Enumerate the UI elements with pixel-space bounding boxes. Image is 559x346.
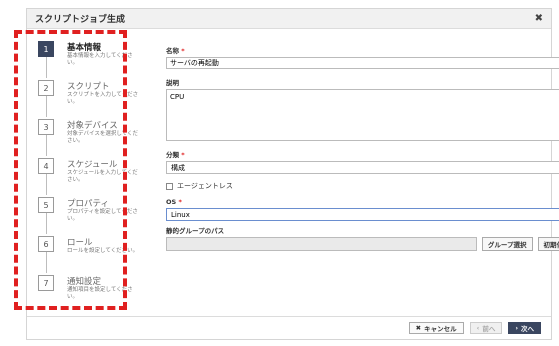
- step-description: プロパティを設定してください。: [67, 209, 138, 222]
- category-value: 構成: [171, 163, 185, 172]
- agentless-checkbox-row[interactable]: エージェントレス: [166, 181, 559, 191]
- step-connector: [46, 252, 47, 273]
- os-select[interactable]: Linux ▼: [166, 208, 559, 221]
- step-basic-info[interactable]: 1 基本情報 基本情報を入力してください。: [35, 39, 135, 78]
- required-mark: *: [181, 151, 185, 159]
- group-path-label: 静的グループのパス: [166, 227, 225, 235]
- chevron-right-icon: ›: [515, 324, 518, 332]
- agentless-checkbox[interactable]: [166, 182, 173, 190]
- step-connector: [46, 174, 47, 195]
- next-button[interactable]: › 次へ: [508, 322, 541, 334]
- step-label: スケジュール: [67, 160, 118, 170]
- name-label: 名称 *: [166, 47, 185, 55]
- dialog-title: スクリプトジョブ生成: [35, 15, 126, 25]
- os-label: OS *: [166, 198, 182, 206]
- step-description: 対象デバイスを選択してください。: [67, 131, 139, 144]
- group-path-row: グループ選択 初期化: [166, 237, 559, 251]
- step-number: 6: [38, 236, 54, 252]
- step-target-device[interactable]: 3 対象デバイス 対象デバイスを選択してください。: [35, 117, 138, 156]
- step-label: ロール: [67, 238, 93, 248]
- step-connector: [46, 57, 47, 78]
- category-select[interactable]: 構成 ▼: [166, 161, 559, 174]
- wizard-steps: 1 基本情報 基本情報を入力してください。 2 スクリプト スクリプトを入力して…: [35, 39, 138, 304]
- step-script[interactable]: 2 スクリプト スクリプトを入力してください。: [35, 78, 138, 117]
- dialog-titlebar: スクリプトジョブ生成 ✖: [27, 9, 551, 29]
- step-label: 対象デバイス: [67, 121, 118, 131]
- script-job-dialog: スクリプトジョブ生成 ✖ 1 基本情報 基本情報を入力してください。 2 スクリ…: [26, 8, 559, 340]
- step-description: スクリプトを入力してください。: [67, 92, 139, 105]
- step-connector: [46, 135, 47, 156]
- close-icon[interactable]: ✖: [535, 13, 543, 24]
- group-path-input: [166, 237, 477, 251]
- description-label: 説明: [166, 79, 179, 87]
- agentless-label: エージェントレス: [177, 182, 233, 190]
- step-notification[interactable]: 7 通知設定 通知項目を設定してください。: [35, 273, 135, 312]
- name-input[interactable]: サーバの再起動: [166, 57, 559, 69]
- required-mark: *: [181, 47, 185, 55]
- step-number: 5: [38, 197, 54, 213]
- description-textarea[interactable]: CPU: [166, 89, 559, 141]
- step-label: 基本情報: [67, 43, 102, 53]
- reset-button[interactable]: 初期化: [537, 237, 559, 251]
- step-number: 7: [38, 275, 54, 291]
- group-select-button[interactable]: グループ選択: [481, 237, 533, 251]
- prev-label: 前へ: [482, 325, 496, 333]
- step-schedule[interactable]: 4 スケジュール スケジュールを入力してください。: [35, 156, 138, 195]
- step-label: 通知設定: [67, 277, 102, 287]
- next-label: 次へ: [521, 325, 534, 333]
- step-description: 通知項目を設定してください。: [67, 287, 133, 300]
- os-value: Linux: [171, 210, 190, 219]
- step-number: 3: [38, 119, 54, 135]
- step-role[interactable]: 6 ロール ロールを設定してください。: [35, 234, 138, 273]
- step-connector: [46, 213, 47, 234]
- step-description: スケジュールを入力してください。: [67, 170, 138, 183]
- step-description: ロールを設定してください。: [67, 248, 139, 254]
- step-number: 4: [38, 158, 54, 174]
- step-label: スクリプト: [67, 82, 110, 92]
- close-icon: ✖: [415, 324, 422, 332]
- cancel-label: キャンセル: [424, 325, 457, 333]
- step-connector: [46, 96, 47, 117]
- step-number: 1: [38, 41, 54, 57]
- basic-info-form: 名称 * サーバの再起動 説明 CPU 分類 * 構成 ▼ エージェントレス O…: [166, 45, 559, 251]
- dialog-footer: ✖ キャンセル ‹ 前へ › 次へ: [27, 316, 551, 339]
- step-label: プロパティ: [67, 199, 109, 209]
- step-description: 基本情報を入力してください。: [67, 53, 133, 66]
- step-number: 2: [38, 80, 54, 96]
- step-property[interactable]: 5 プロパティ プロパティを設定してください。: [35, 195, 138, 234]
- chevron-left-icon: ‹: [476, 324, 480, 332]
- category-label: 分類 *: [166, 151, 185, 159]
- cancel-button[interactable]: ✖ キャンセル: [408, 322, 464, 334]
- prev-button[interactable]: ‹ 前へ: [469, 322, 503, 334]
- required-mark: *: [178, 198, 182, 206]
